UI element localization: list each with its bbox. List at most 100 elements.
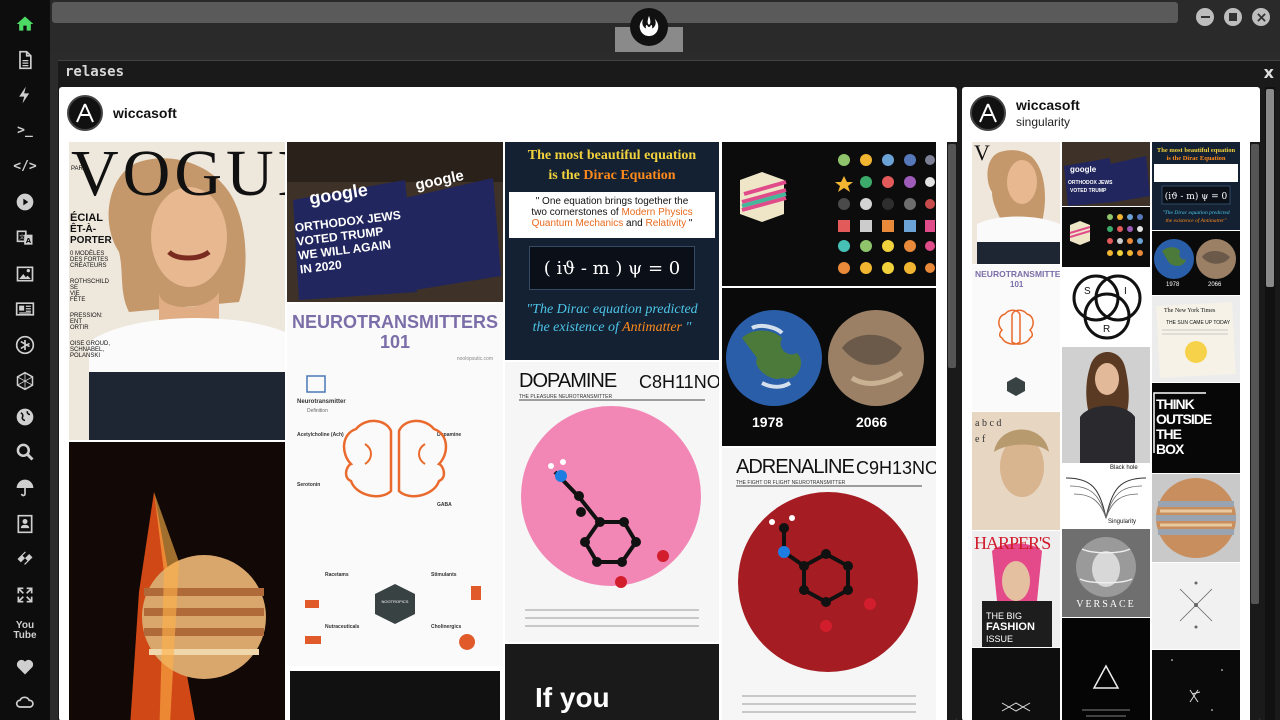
newspaper-title: The New York Times <box>1164 308 1216 314</box>
thumb-venn-diagram[interactable]: S I R <box>1062 268 1150 346</box>
asterisk-icon[interactable] <box>12 332 38 358</box>
thumb-earth[interactable]: 1978 2066 <box>1152 231 1240 295</box>
thumb-dark-1[interactable] <box>972 648 1060 720</box>
feed-card-main: wiccasoft VOGUE PARIS ÉCIAL ÊT-À-PORTE <box>59 87 957 720</box>
outer-scrollbar-thumb[interactable] <box>1266 89 1274 287</box>
earth-1978-2066-tile[interactable]: 1978 2066 <box>722 288 936 446</box>
close-window-button[interactable] <box>1252 8 1270 26</box>
feed-card-singularity: wiccasoft singularity V NEUROTRANSMITTER… <box>962 87 1260 720</box>
thumb-singularity[interactable]: Black hole Singularity <box>1062 464 1150 528</box>
play-icon[interactable] <box>12 190 38 216</box>
terminal-icon[interactable]: >_ <box>12 118 38 144</box>
news-icon[interactable] <box>12 297 38 323</box>
home-icon[interactable] <box>12 11 38 37</box>
right-scrollbar-thumb[interactable] <box>1251 144 1259 604</box>
thumb-dark-2[interactable] <box>1152 650 1240 720</box>
dopamine-poster-tile[interactable]: DOPAMINE C8H11NO2 THE PLEASURE NEUROTRAN… <box>505 362 719 642</box>
card-header: wiccasoft <box>67 95 177 131</box>
top-bar <box>50 0 1280 52</box>
venn-i: I <box>1124 286 1127 297</box>
harper-line1: THE BIG <box>986 611 1023 621</box>
thumb-geometric[interactable] <box>1152 563 1240 649</box>
quote-text: If you <box>535 682 610 713</box>
releases-panel: relases x wiccasoft VOGU PARIS ÉCIAL ÊT-… <box>58 60 1280 720</box>
main-scrollbar-thumb[interactable] <box>948 144 956 368</box>
svg-text:(iϑ - m) ψ = 0: (iϑ - m) ψ = 0 <box>1165 191 1228 202</box>
singularity-top-label: Black hole <box>1110 465 1138 471</box>
thumb-protest[interactable]: google ORTHODOX JEWS VOTED TRUMP <box>1062 142 1150 206</box>
dark-tile[interactable] <box>287 668 503 720</box>
svg-text:"The Dirac equation predicted: "The Dirac equation predicted <box>1162 210 1230 216</box>
thumb-triangle[interactable] <box>1062 618 1150 720</box>
translate-icon[interactable]: 文A <box>12 225 38 251</box>
image-icon[interactable] <box>12 261 38 287</box>
dirac-equation: ( iϑ - m ) ψ = 0 <box>543 257 681 279</box>
app-window: >_ </> 文A You Tube relases x wiccasoft V… <box>0 0 1280 720</box>
rebel-logo-icon[interactable] <box>630 8 668 46</box>
youtube-icon[interactable]: You Tube <box>12 618 38 644</box>
umbrella-icon[interactable] <box>12 475 38 501</box>
thumb-icons-image <box>1069 214 1143 256</box>
terminal-icon-glyph: >_ <box>17 123 33 139</box>
protest-photo-tile[interactable]: google google ORTHODOX JEWS VOTED TRUMP … <box>287 142 503 302</box>
thumb-think-outside-box[interactable]: THINK OUTSIDE THE BOX <box>1152 383 1240 473</box>
thumb-vogue-image: V <box>974 142 1060 264</box>
card-header-right: wiccasoft singularity <box>970 95 1080 131</box>
neuro-b2: Stimulants <box>431 572 457 578</box>
lightning-icon[interactable] <box>12 82 38 108</box>
avatar-right[interactable] <box>970 95 1006 131</box>
svg-text:A: A <box>26 237 32 245</box>
neurotransmitters-infographic-tile[interactable]: NEUROTRANSMITTERS 101 noolopsutic.com Ne… <box>287 304 503 666</box>
thumb-neurotransmitters[interactable]: NEUROTRANSMITTERS 101 <box>972 265 1060 411</box>
thumb-dirac[interactable]: The most beautiful equation is the Dirac… <box>1152 142 1240 230</box>
document-icon[interactable] <box>12 47 38 73</box>
jupiter-art-tile[interactable] <box>69 442 285 720</box>
link-icon[interactable] <box>12 547 38 573</box>
panel-close-button[interactable]: x <box>1264 63 1274 82</box>
vogue-coverlines: ÉCIAL ÊT-À-PORTER 0 MODÈLES DES FORTES C… <box>70 212 130 359</box>
vogue-line: ÊT-À-PORTER <box>70 224 112 246</box>
thumb-vogue[interactable]: V <box>972 142 1060 264</box>
dirac-title-1: The most beautiful equation <box>527 148 697 163</box>
newspaper-headline: THE SUN CAME UP TODAY <box>1166 320 1231 326</box>
thumb-woman-face[interactable]: a b c d e f <box>972 412 1060 530</box>
username-right[interactable]: wiccasoft <box>1016 97 1080 113</box>
thumb-woman-portrait[interactable] <box>1062 347 1150 463</box>
thumb-harpers-bazaar[interactable]: HARPER'S THE BIG FASHION ISSUE <box>972 531 1060 647</box>
search-icon[interactable] <box>12 439 38 465</box>
svg-text:V: V <box>974 142 990 165</box>
contact-icon[interactable] <box>12 511 38 537</box>
address-bar[interactable] <box>52 2 1178 23</box>
minimize-button[interactable] <box>1196 8 1214 26</box>
username[interactable]: wiccasoft <box>113 105 177 121</box>
hexagon-icon[interactable] <box>12 368 38 394</box>
expand-icon[interactable] <box>12 582 38 608</box>
dirac-quote-3: Quantum Mechanics and Relativity " <box>509 218 715 229</box>
dirac-q2b: Modern Physics <box>621 207 693 218</box>
vogue-cover-tile[interactable]: VOGUE PARIS ÉCIAL ÊT-À-PORTER 0 MODÈLES … <box>69 142 285 440</box>
avatar[interactable] <box>67 95 103 131</box>
dirac-q3a: Quantum Mechanics <box>531 218 624 229</box>
heart-icon[interactable] <box>12 654 38 680</box>
globe-icon[interactable] <box>12 404 38 430</box>
user-subtitle: singularity <box>1016 115 1071 129</box>
svg-text:文: 文 <box>19 233 25 241</box>
thumb-versace[interactable]: VERSACE <box>1062 529 1150 617</box>
icon-set-tile[interactable] <box>722 142 936 286</box>
maximize-button[interactable] <box>1224 8 1242 26</box>
cloud-icon[interactable] <box>12 689 38 715</box>
dirac-equation-tile[interactable]: The most beautiful equation is the Dirac… <box>505 142 719 360</box>
thumb-jupiter-plate[interactable] <box>1152 474 1240 562</box>
youtube-label: You Tube <box>13 619 37 641</box>
thumb-newspaper[interactable]: The New York Times THE SUN CAME UP TODAY <box>1152 296 1240 382</box>
dopamine-molecule <box>519 399 705 627</box>
thumb-jupiter-image <box>1156 478 1236 558</box>
thumb-icon-set[interactable] <box>1062 207 1150 267</box>
thumb-triangle-image <box>1082 664 1130 717</box>
dirac-q3b: and <box>623 218 646 229</box>
code-icon[interactable]: </> <box>12 154 38 180</box>
adrenaline-poster-tile[interactable]: ADRENALINE C9H13NO3 THE FIGHT OR FLIGHT … <box>722 448 936 720</box>
quote-tile[interactable]: If you <box>505 644 719 720</box>
dirac-equation-box: ( iϑ - m ) ψ = 0 <box>529 246 695 290</box>
dirac-title-2a: is the <box>548 168 584 183</box>
